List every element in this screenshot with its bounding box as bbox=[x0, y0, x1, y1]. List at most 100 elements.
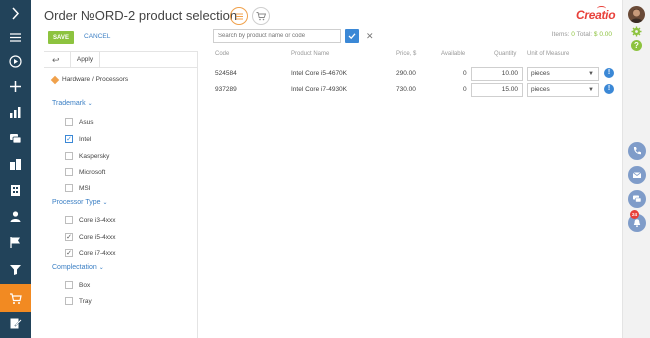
column-header-available[interactable]: Available bbox=[441, 51, 465, 57]
chevron-down-icon: ⌄ bbox=[87, 101, 93, 107]
cell-product-name: Intel Core i7-4930K bbox=[291, 86, 348, 93]
menu-icon[interactable] bbox=[0, 26, 31, 48]
checkbox-checked[interactable]: ✓ bbox=[65, 135, 73, 143]
clear-search-icon[interactable]: ✕ bbox=[366, 31, 374, 42]
option-core-i7[interactable]: ✓ Core i7-4xxx bbox=[65, 249, 115, 257]
cell-available: 0 bbox=[463, 70, 467, 77]
option-label: Box bbox=[79, 281, 91, 289]
category-breadcrumb[interactable]: Hardware / Processors bbox=[50, 75, 128, 84]
checkbox[interactable] bbox=[65, 281, 73, 289]
add-icon[interactable] bbox=[0, 75, 31, 97]
cart-view-button[interactable] bbox=[252, 7, 270, 25]
checkmark-icon bbox=[348, 33, 356, 40]
cancel-button[interactable]: CANCEL bbox=[84, 33, 110, 40]
checkbox[interactable] bbox=[65, 184, 73, 192]
column-header-price[interactable]: Price, $ bbox=[396, 51, 416, 57]
total-label: Total: bbox=[576, 31, 593, 38]
expand-icon[interactable] bbox=[0, 2, 31, 24]
search-apply-button[interactable] bbox=[345, 29, 359, 43]
notifications-button[interactable]: 24 bbox=[628, 210, 646, 232]
items-label: Items: bbox=[551, 31, 570, 38]
option-label: Core i3-4xxx bbox=[79, 216, 116, 224]
checkbox-checked[interactable]: ✓ bbox=[65, 249, 73, 257]
table-header: Code Product Name Price, $ Available Qua… bbox=[213, 51, 622, 63]
option-core-i5[interactable]: ✓ Core i5-4xxx bbox=[65, 233, 115, 241]
quantity-input[interactable]: 10.00 bbox=[471, 67, 523, 81]
unit-select[interactable]: pieces ▼ bbox=[527, 83, 599, 97]
unit-select[interactable]: pieces ▼ bbox=[527, 67, 599, 81]
info-icon[interactable]: ! bbox=[604, 68, 614, 78]
option-tray[interactable]: Tray bbox=[65, 297, 92, 305]
building-icon[interactable] bbox=[0, 179, 31, 201]
checkbox[interactable] bbox=[65, 168, 73, 176]
info-icon[interactable]: ! bbox=[604, 84, 614, 94]
funnel-icon[interactable] bbox=[0, 258, 31, 280]
option-core-i3[interactable]: Core i3-4xxx bbox=[65, 216, 115, 224]
play-icon[interactable] bbox=[0, 50, 31, 72]
option-asus[interactable]: Asus bbox=[65, 118, 93, 126]
filter-toolbar: ↩ Apply bbox=[44, 51, 198, 68]
chevron-down-icon: ⌄ bbox=[98, 265, 104, 271]
left-sidebar bbox=[0, 0, 31, 338]
notification-count-badge: 24 bbox=[630, 210, 639, 219]
checkbox[interactable] bbox=[65, 118, 73, 126]
feed-icon[interactable] bbox=[0, 127, 31, 149]
chat-icon[interactable] bbox=[628, 190, 646, 208]
list-view-button[interactable] bbox=[230, 7, 248, 25]
unit-value: pieces bbox=[531, 70, 550, 77]
group-title: Complectation bbox=[52, 264, 97, 271]
option-label: Kaspersky bbox=[79, 152, 110, 160]
group-title: Trademark bbox=[52, 100, 86, 107]
group-processor-type[interactable]: Processor Type ⌄ bbox=[52, 199, 108, 206]
column-header-unit[interactable]: Unit of Measure bbox=[527, 51, 569, 57]
app-window: Order №ORD-2 product selection Creatio S… bbox=[0, 0, 650, 338]
checkbox[interactable] bbox=[65, 297, 73, 305]
chart-icon[interactable] bbox=[0, 101, 31, 123]
table-row[interactable]: 524584 Intel Core i5-4670K 290.00 0 10.0… bbox=[213, 66, 622, 83]
option-microsoft[interactable]: Microsoft bbox=[65, 168, 105, 176]
order-totals: Items: 0 Total: $ 0.00 bbox=[552, 31, 612, 38]
option-label: Intel bbox=[79, 135, 92, 143]
filter-panel: ↩ Apply Hardware / Processors Trademark ⌄… bbox=[44, 51, 198, 338]
category-diamond-icon bbox=[50, 75, 60, 84]
column-header-quantity[interactable]: Quantity bbox=[494, 51, 516, 57]
column-header-product-name[interactable]: Product Name bbox=[291, 51, 329, 57]
flag-icon[interactable] bbox=[0, 231, 31, 253]
cell-available: 0 bbox=[463, 86, 467, 93]
group-trademark[interactable]: Trademark ⌄ bbox=[52, 100, 93, 107]
option-label: Asus bbox=[79, 118, 94, 126]
contact-icon[interactable] bbox=[0, 205, 31, 227]
option-label: Microsoft bbox=[79, 168, 106, 176]
option-intel[interactable]: ✓ Intel bbox=[65, 135, 91, 143]
checkbox-checked[interactable]: ✓ bbox=[65, 233, 73, 241]
option-label: Core i7-4xxx bbox=[79, 249, 116, 257]
option-kaspersky[interactable]: Kaspersky bbox=[65, 152, 109, 160]
option-label: Tray bbox=[79, 297, 92, 305]
checkbox[interactable] bbox=[65, 152, 73, 160]
apply-button[interactable]: Apply bbox=[70, 52, 100, 68]
group-complectation[interactable]: Complectation ⌄ bbox=[52, 264, 104, 271]
quantity-input[interactable]: 15.00 bbox=[471, 83, 523, 97]
search-input[interactable] bbox=[213, 29, 341, 43]
checkbox[interactable] bbox=[65, 216, 73, 224]
table-row[interactable]: 937289 Intel Core i7-4930K 730.00 0 15.0… bbox=[213, 82, 622, 99]
email-icon[interactable] bbox=[628, 166, 646, 184]
edit-document-icon[interactable] bbox=[0, 312, 31, 334]
avatar[interactable] bbox=[628, 6, 645, 23]
cell-price: 290.00 bbox=[396, 70, 416, 77]
cell-product-name: Intel Core i5-4670K bbox=[291, 70, 348, 77]
cart-icon[interactable] bbox=[0, 284, 31, 312]
back-arrow-icon[interactable]: ↩ bbox=[52, 55, 60, 66]
column-header-code[interactable]: Code bbox=[215, 51, 229, 57]
group-title: Processor Type bbox=[52, 199, 101, 206]
option-msi[interactable]: MSI bbox=[65, 184, 91, 192]
phone-icon[interactable] bbox=[628, 142, 646, 160]
items-count: 0 bbox=[571, 31, 575, 38]
buildings-icon[interactable] bbox=[0, 153, 31, 175]
save-button[interactable]: SAVE bbox=[48, 31, 74, 44]
help-icon[interactable]: ? bbox=[631, 40, 642, 51]
option-box[interactable]: Box bbox=[65, 281, 90, 289]
gear-icon[interactable] bbox=[631, 26, 642, 37]
total-value: $ 0.00 bbox=[593, 31, 612, 38]
cell-code: 937289 bbox=[215, 86, 237, 93]
